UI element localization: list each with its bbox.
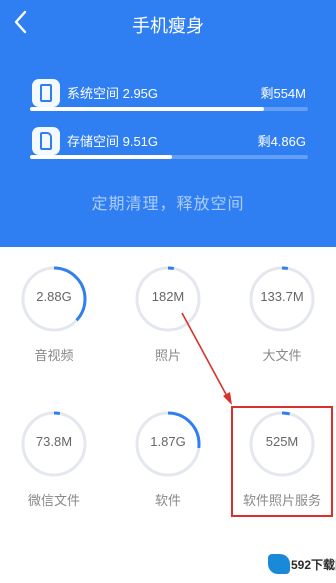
category-size: 2.88G [36,289,72,304]
category-size: 133.7M [260,289,304,304]
header: 手机瘦身 系统空间 2.95G 剩554M 存储空间 9.51G 剩4.86G … [0,0,336,247]
system-space-bar [30,107,308,111]
progress-ring: 133.7M [248,265,316,333]
category-size: 182M [151,289,185,304]
category-software[interactable]: 1.87G 软件 [118,410,218,520]
watermark-text: 592下载网 [291,558,336,572]
category-label: 软件 [154,493,181,508]
highlight-box [231,406,333,517]
progress-ring: 182M [134,265,202,333]
system-space-row: 系统空间 2.95G 剩554M [30,77,308,113]
sd-card-icon [32,127,60,155]
page-title: 手机瘦身 [132,16,204,36]
category-label: 微信文件 [27,493,80,508]
category-large-files[interactable]: 133.7M 大文件 [232,265,332,375]
category-size: 73.8M [35,434,73,449]
storage-space-bar [30,155,308,159]
category-wechat-files[interactable]: 73.8M 微信文件 [4,410,104,520]
storage-space-row: 存储空间 9.51G 剩4.86G [30,125,308,161]
category-audio-video[interactable]: 2.88G 音视频 [4,265,104,375]
watermark: 592下载网 [268,552,336,576]
site-logo [268,554,290,574]
category-label: 大文件 [262,348,302,363]
progress-ring: 2.88G [20,265,88,333]
phone-icon [32,79,60,107]
system-space-label: 系统空间 2.95G [67,86,159,101]
storage-space-label: 存储空间 9.51G [67,134,159,149]
system-space-bar-fill [30,107,264,111]
tagline: 定期清理，释放空间 [91,196,245,213]
category-size: 1.87G [150,434,186,449]
category-photos[interactable]: 182M 照片 [118,265,218,375]
progress-ring: 73.8M [20,410,88,478]
category-label: 音视频 [34,348,74,363]
storage-space-remaining: 剩4.86G [257,134,306,149]
system-space-remaining: 剩554M [260,86,306,101]
progress-ring: 1.87G [134,410,202,478]
storage-space-bar-fill [30,155,172,159]
category-label: 照片 [154,348,181,363]
